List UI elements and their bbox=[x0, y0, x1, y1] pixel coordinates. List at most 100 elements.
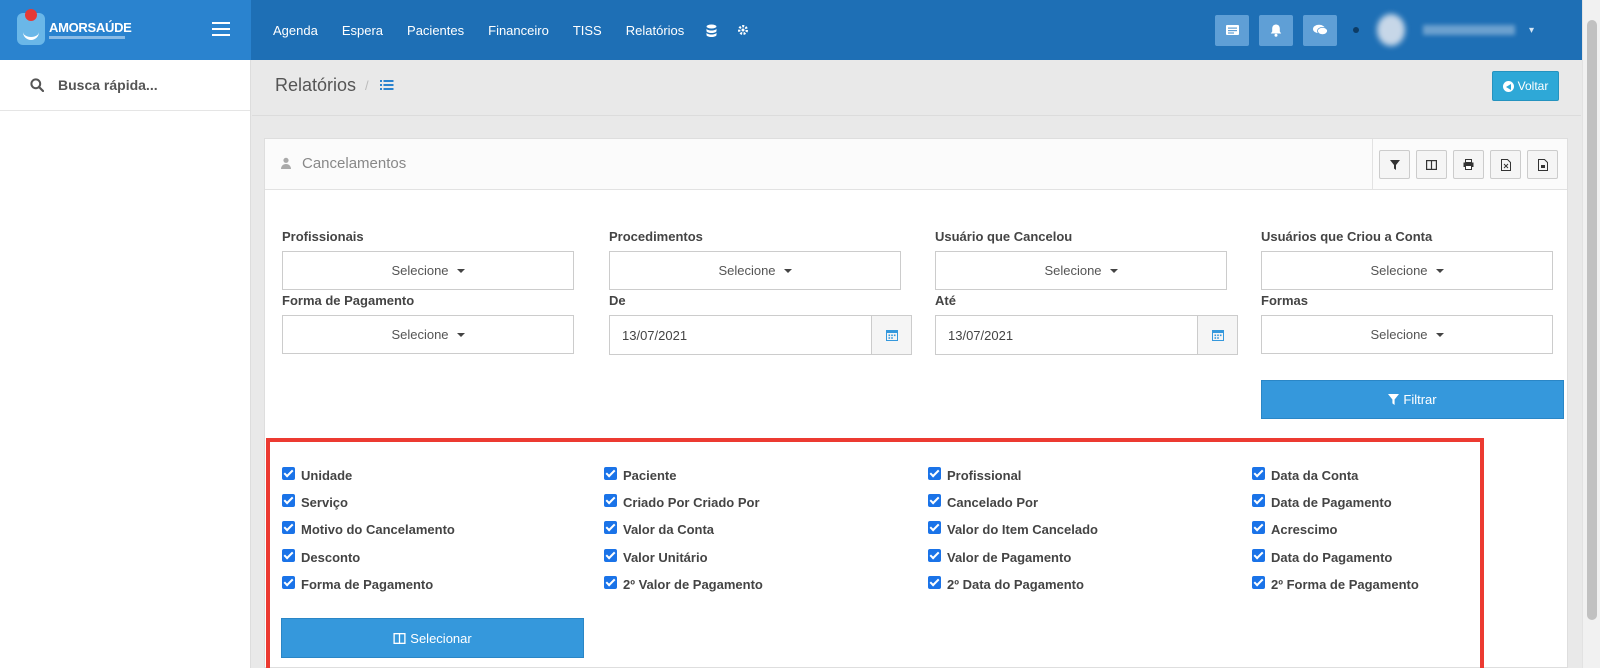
profissionais-select[interactable]: Selecione bbox=[282, 251, 574, 290]
checkbox-checked-icon[interactable] bbox=[282, 494, 295, 507]
column-checkbox[interactable]: Forma de Pagamento bbox=[282, 576, 434, 592]
checkbox-checked-icon[interactable] bbox=[1252, 521, 1265, 534]
columns-button[interactable] bbox=[1416, 150, 1447, 179]
column-checkbox-label: Acrescimo bbox=[1271, 522, 1338, 537]
calendar-icon[interactable] bbox=[871, 316, 911, 354]
column-checkbox-label: Forma de Pagamento bbox=[301, 577, 434, 592]
nav-item-relatorios[interactable]: Relatórios bbox=[614, 23, 697, 38]
profissionais-value: Selecione bbox=[391, 263, 449, 278]
column-checkbox[interactable]: Paciente bbox=[604, 467, 676, 483]
quick-search-label: Busca rápida... bbox=[58, 77, 158, 93]
chevron-down-icon[interactable]: ▾ bbox=[1529, 25, 1534, 36]
panel-title: Cancelamentos bbox=[302, 155, 407, 172]
checkbox-checked-icon[interactable] bbox=[604, 576, 617, 589]
checkbox-checked-icon[interactable] bbox=[282, 521, 295, 534]
date-to-field[interactable]: 13/07/2021 bbox=[935, 315, 1238, 355]
checkbox-checked-icon[interactable] bbox=[1252, 549, 1265, 562]
column-checkbox[interactable]: Valor do Item Cancelado bbox=[928, 521, 1098, 537]
user-name-blurred[interactable] bbox=[1423, 25, 1515, 35]
column-checkbox[interactable]: Cancelado Por bbox=[928, 494, 1039, 510]
avatar[interactable] bbox=[1377, 14, 1405, 46]
column-checkbox[interactable]: Profissional bbox=[928, 467, 1021, 483]
scrollbar-thumb[interactable] bbox=[1587, 20, 1597, 620]
usuario-cancelou-select[interactable]: Selecione bbox=[935, 251, 1227, 290]
list-icon[interactable] bbox=[380, 79, 394, 94]
nav-item-tiss[interactable]: TISS bbox=[561, 23, 614, 38]
back-button[interactable]: Voltar bbox=[1492, 71, 1559, 101]
column-checkbox[interactable]: Motivo do Cancelamento bbox=[282, 521, 455, 537]
caret-down-icon bbox=[1109, 268, 1118, 273]
column-checkbox[interactable]: Criado Por Criado Por bbox=[604, 494, 760, 510]
arrow-left-circle-icon bbox=[1502, 80, 1514, 92]
filter-submit-button[interactable]: Filtrar bbox=[1261, 380, 1564, 419]
column-checkbox-label: Motivo do Cancelamento bbox=[301, 522, 455, 537]
forma-pagamento-select[interactable]: Selecione bbox=[282, 315, 574, 354]
checkbox-checked-icon[interactable] bbox=[928, 549, 941, 562]
usuarios-criou-value: Selecione bbox=[1370, 263, 1428, 278]
column-checkbox-label: 2º Forma de Pagamento bbox=[1271, 577, 1419, 592]
column-checkbox[interactable]: 2º Forma de Pagamento bbox=[1252, 576, 1419, 592]
quick-search[interactable]: Busca rápida... bbox=[0, 60, 250, 111]
filter-icon bbox=[1389, 159, 1400, 170]
usuarios-criou-select[interactable]: Selecione bbox=[1261, 251, 1553, 290]
column-checkbox-label: Unidade bbox=[301, 468, 353, 483]
checkbox-checked-icon[interactable] bbox=[1252, 494, 1265, 507]
checkbox-checked-icon[interactable] bbox=[1252, 467, 1265, 480]
export-excel-button[interactable] bbox=[1490, 150, 1521, 179]
checkbox-checked-icon[interactable] bbox=[928, 521, 941, 534]
bell-icon[interactable] bbox=[1259, 14, 1293, 46]
column-checkbox[interactable]: Data da Conta bbox=[1252, 467, 1358, 483]
column-checkbox[interactable]: Desconto bbox=[282, 549, 360, 565]
chat-icon[interactable] bbox=[1303, 14, 1337, 46]
checkbox-checked-icon[interactable] bbox=[1252, 576, 1265, 589]
caret-down-icon bbox=[1435, 268, 1444, 273]
formas-select[interactable]: Selecione bbox=[1261, 315, 1553, 354]
procedimentos-select[interactable]: Selecione bbox=[609, 251, 901, 290]
checkbox-checked-icon[interactable] bbox=[928, 576, 941, 589]
column-checkbox[interactable]: Data de Pagamento bbox=[1252, 494, 1392, 510]
filter-button[interactable] bbox=[1379, 150, 1410, 179]
nav-item-pacientes[interactable]: Pacientes bbox=[395, 23, 476, 38]
checkbox-checked-icon[interactable] bbox=[282, 576, 295, 589]
usuarios-criou-label: Usuários que Criou a Conta bbox=[1261, 229, 1433, 244]
checkbox-checked-icon[interactable] bbox=[928, 467, 941, 480]
checkbox-checked-icon[interactable] bbox=[604, 467, 617, 480]
date-to-value[interactable]: 13/07/2021 bbox=[936, 316, 1197, 354]
column-checkbox[interactable]: Valor da Conta bbox=[604, 521, 714, 537]
topbar-actions: ▾ bbox=[1215, 14, 1534, 46]
date-from-field[interactable]: 13/07/2021 bbox=[609, 315, 912, 355]
column-checkbox[interactable]: Serviço bbox=[282, 494, 348, 510]
date-from-value[interactable]: 13/07/2021 bbox=[610, 316, 871, 354]
column-checkbox[interactable]: 2º Data do Pagamento bbox=[928, 576, 1084, 592]
usuario-cancelou-value: Selecione bbox=[1044, 263, 1102, 278]
column-checkbox[interactable]: Valor de Pagamento bbox=[928, 549, 1071, 565]
calendar-icon[interactable] bbox=[1197, 316, 1237, 354]
column-checkbox[interactable]: Unidade bbox=[282, 467, 353, 483]
export-pdf-button[interactable] bbox=[1527, 150, 1558, 179]
gear-icon[interactable] bbox=[727, 24, 759, 36]
menu-toggle-icon[interactable] bbox=[212, 22, 230, 36]
column-checkbox[interactable]: Valor Unitário bbox=[604, 549, 708, 565]
nav-item-agenda[interactable]: Agenda bbox=[261, 23, 330, 38]
print-button[interactable] bbox=[1453, 150, 1484, 179]
page-scrollbar[interactable] bbox=[1582, 0, 1600, 668]
formas-value: Selecione bbox=[1370, 327, 1428, 342]
checkbox-checked-icon[interactable] bbox=[282, 549, 295, 562]
checkbox-checked-icon[interactable] bbox=[604, 494, 617, 507]
column-checkbox[interactable]: Acrescimo bbox=[1252, 521, 1338, 537]
column-checkbox-label: Cancelado Por bbox=[947, 495, 1039, 510]
checkbox-checked-icon[interactable] bbox=[282, 467, 295, 480]
select-columns-button[interactable]: Selecionar bbox=[281, 618, 584, 658]
brand-area: AMORSAÚDE bbox=[0, 0, 251, 60]
checkbox-checked-icon[interactable] bbox=[604, 549, 617, 562]
caret-down-icon bbox=[456, 332, 465, 337]
checkbox-checked-icon[interactable] bbox=[604, 521, 617, 534]
database-icon[interactable] bbox=[696, 24, 727, 37]
list-card-icon[interactable] bbox=[1215, 14, 1249, 46]
nav-item-espera[interactable]: Espera bbox=[330, 23, 395, 38]
nav-item-financeiro[interactable]: Financeiro bbox=[476, 23, 561, 38]
top-navbar: AMORSAÚDE Agenda Espera Pacientes Financ… bbox=[0, 0, 1600, 60]
column-checkbox[interactable]: Data do Pagamento bbox=[1252, 549, 1392, 565]
checkbox-checked-icon[interactable] bbox=[928, 494, 941, 507]
column-checkbox[interactable]: 2º Valor de Pagamento bbox=[604, 576, 763, 592]
